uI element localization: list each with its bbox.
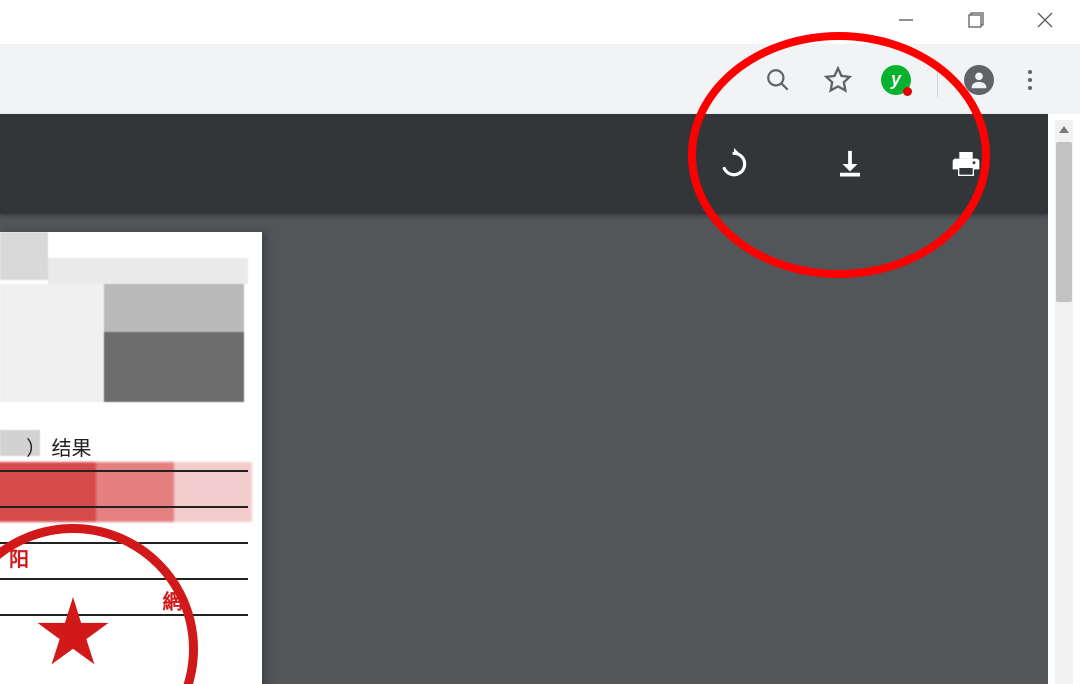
star-icon [36,597,110,671]
scrollbar-track [1048,114,1080,684]
download-button[interactable] [832,146,868,182]
rotate-button[interactable] [716,146,752,182]
pdf-page[interactable]: ） 结果 阳 網 上查档专用章 [0,232,262,684]
window-maximize-button[interactable] [941,0,1011,40]
browser-toolbar: y [0,45,1080,115]
window-titlebar [0,0,1080,45]
extension-badge-icon[interactable]: y [881,65,911,95]
scrollbar-up-button[interactable] [1055,120,1073,140]
window-close-button[interactable] [1010,0,1080,40]
stamp-edge-text: 網 [156,591,185,611]
document-text-fragment: ） 结果 [26,432,92,461]
toolbar-separator [937,63,938,97]
extension-glyph: y [891,69,901,90]
pdf-toolbar [0,114,1048,214]
pdf-viewer: ） 结果 阳 網 上查档专用章 [0,114,1048,684]
stamp-edge-text: 阳 [9,543,29,572]
bookmark-star-icon[interactable] [821,63,855,97]
browser-menu-button[interactable] [1020,65,1040,95]
scrollbar-thumb[interactable] [1056,142,1072,302]
profile-avatar-icon[interactable] [964,65,994,95]
search-icon[interactable] [761,63,795,97]
window-minimize-button[interactable] [871,0,941,40]
print-button[interactable] [948,146,984,182]
